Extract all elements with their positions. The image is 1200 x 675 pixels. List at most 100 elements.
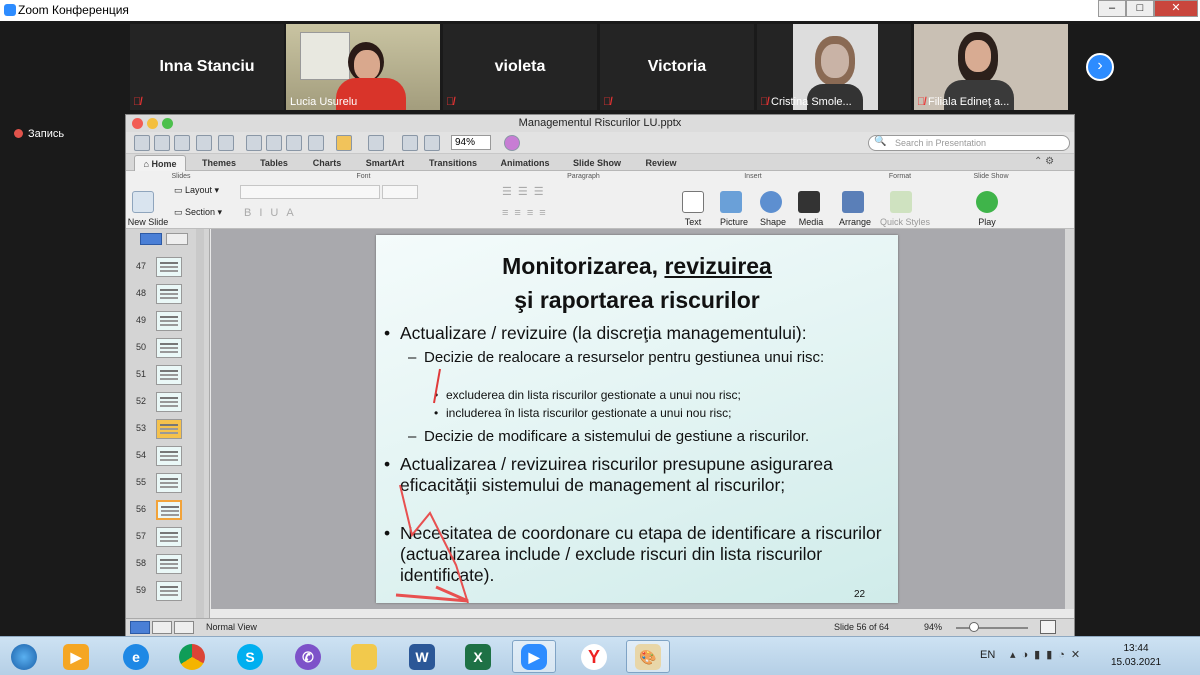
text-button[interactable]: Text <box>676 217 710 227</box>
zoom-slider[interactable] <box>956 627 1028 629</box>
paste-icon[interactable] <box>286 135 302 151</box>
minimize-traffic-icon[interactable] <box>147 118 158 129</box>
taskbar-app[interactable]: W <box>400 640 444 673</box>
thumbnail-row[interactable]: 51 <box>126 363 206 388</box>
participant-tile[interactable]: 🎙̸ Filiala Edineţ a... <box>914 24 1068 110</box>
recording-indicator[interactable]: Запись <box>14 128 64 140</box>
participant-tile[interactable]: 🎙̸ Cristina Smole... <box>757 24 911 110</box>
text-box-icon[interactable] <box>682 191 704 213</box>
thumbnail-row[interactable]: 47 <box>126 255 206 280</box>
outline-view-tab[interactable] <box>166 233 188 245</box>
normal-view-icon[interactable] <box>130 621 150 634</box>
tab-themes[interactable]: Themes <box>192 155 246 171</box>
thumbnail-row[interactable]: 55 <box>126 471 206 496</box>
taskbar-app[interactable] <box>170 640 214 673</box>
format-painter-icon[interactable] <box>308 135 324 151</box>
maximize-button[interactable]: □ <box>1126 0 1154 17</box>
taskbar-app-active[interactable]: ▶ <box>512 640 556 673</box>
taskbar-app[interactable]: ▶ <box>54 640 98 673</box>
zoom-traffic-icon[interactable] <box>162 118 173 129</box>
next-page-arrow-icon[interactable]: › <box>1086 53 1114 81</box>
taskbar-app[interactable]: X <box>456 640 500 673</box>
ribbon-options-icon[interactable]: ⌃ ⚙ <box>1034 156 1054 167</box>
quick-styles-button[interactable]: Quick Styles <box>878 217 932 227</box>
thumbnail-row[interactable]: 53 <box>126 417 206 442</box>
thumbnail-row-selected[interactable]: 56 <box>126 498 206 523</box>
tab-review[interactable]: Review <box>634 155 688 171</box>
picture-button[interactable]: Picture <box>716 217 752 227</box>
new-slide-icon[interactable] <box>132 191 154 213</box>
thumbnail-row[interactable]: 58 <box>126 552 206 577</box>
templates-icon[interactable] <box>154 135 170 151</box>
paragraph-list-buttons[interactable]: ☰☰☰ <box>502 185 550 198</box>
close-traffic-icon[interactable] <box>132 118 143 129</box>
tab-slide-show[interactable]: Slide Show <box>562 155 632 171</box>
print-icon[interactable] <box>218 135 234 151</box>
thumbnail-row[interactable]: 57 <box>126 525 206 550</box>
thumbnail-row[interactable]: 54 <box>126 444 206 469</box>
taskbar-app[interactable]: S <box>228 640 272 673</box>
participant-tile[interactable]: Inna Stanciu 🎙̸ <box>130 24 284 110</box>
copy-icon[interactable] <box>266 135 282 151</box>
fit-window-icon[interactable] <box>1040 620 1056 634</box>
taskbar-app[interactable]: ✆ <box>286 640 330 673</box>
font-format-buttons[interactable]: BIUA <box>244 207 302 219</box>
taskbar-app-active[interactable]: 🎨 <box>626 640 670 673</box>
thumbnail-row[interactable]: 49 <box>126 309 206 334</box>
taskbar-app[interactable] <box>342 640 386 673</box>
zoom-select[interactable]: 94% <box>451 135 491 150</box>
zoom-slider-handle[interactable] <box>969 622 979 632</box>
current-slide[interactable]: Monitorizarea, revizuirea şi raportarea … <box>376 235 898 603</box>
paragraph-align-buttons[interactable]: ≡≡≡≡ <box>502 207 552 219</box>
taskbar-app[interactable]: Y <box>572 640 616 673</box>
save-icon[interactable] <box>196 135 212 151</box>
close-button[interactable]: ✕ <box>1154 0 1198 17</box>
canvas-scrollbar[interactable] <box>1065 229 1074 609</box>
open-icon[interactable] <box>174 135 190 151</box>
new-slide-button[interactable]: New Slide <box>126 217 170 227</box>
section-button[interactable]: ▭ Section ▾ <box>174 207 234 218</box>
language-indicator[interactable]: EN <box>980 649 995 661</box>
font-name-field[interactable] <box>240 185 380 199</box>
arrange-icon[interactable] <box>842 191 864 213</box>
tab-charts[interactable]: Charts <box>302 155 352 171</box>
shape-icon[interactable] <box>760 191 782 213</box>
slides-view-tab[interactable] <box>140 233 162 245</box>
sorter-view-icon[interactable] <box>152 621 172 634</box>
thumbnail-row[interactable]: 52 <box>126 390 206 415</box>
play-button[interactable]: Play <box>972 217 1002 227</box>
font-size-field[interactable] <box>382 185 418 199</box>
view-icon[interactable] <box>402 135 418 151</box>
participant-tile[interactable]: Lucia Usurelu <box>286 24 440 110</box>
thumbnail-row[interactable]: 59 <box>126 579 206 604</box>
media-button[interactable]: Media <box>794 217 828 227</box>
cut-icon[interactable] <box>246 135 262 151</box>
tab-tables[interactable]: Tables <box>248 155 300 171</box>
redo-icon[interactable] <box>368 135 384 151</box>
quick-styles-icon[interactable] <box>890 191 912 213</box>
help-icon[interactable] <box>504 135 520 151</box>
arrange-button[interactable]: Arrange <box>836 217 874 227</box>
minimize-button[interactable]: – <box>1098 0 1126 17</box>
thumbnail-scrollbar[interactable] <box>196 229 204 618</box>
shape-button[interactable]: Shape <box>756 217 790 227</box>
layout-button[interactable]: ▭ Layout ▾ <box>174 185 234 196</box>
participant-tile[interactable]: violeta 🎙̸ <box>443 24 597 110</box>
tab-home[interactable]: ⌂ Home <box>134 155 186 171</box>
undo-icon[interactable] <box>336 135 352 151</box>
thumbnail-row[interactable]: 50 <box>126 336 206 361</box>
tab-animations[interactable]: Animations <box>490 155 560 171</box>
taskbar-app[interactable]: e <box>114 640 158 673</box>
start-button[interactable] <box>2 640 46 673</box>
participant-tile[interactable]: Victoria 🎙̸ <box>600 24 754 110</box>
media-icon[interactable] <box>798 191 820 213</box>
search-input[interactable]: Search in Presentation <box>868 135 1070 151</box>
tab-smartart[interactable]: SmartArt <box>354 155 416 171</box>
tab-transitions[interactable]: Transitions <box>418 155 488 171</box>
system-clock[interactable]: 13:44 15.03.2021 <box>1108 642 1164 670</box>
slide-show-icon[interactable] <box>424 135 440 151</box>
thumbnail-row[interactable]: 48 <box>126 282 206 307</box>
picture-icon[interactable] <box>720 191 742 213</box>
new-icon[interactable] <box>134 135 150 151</box>
system-tray-icons[interactable]: ▴◑▮▮◔✕ <box>1010 648 1086 661</box>
